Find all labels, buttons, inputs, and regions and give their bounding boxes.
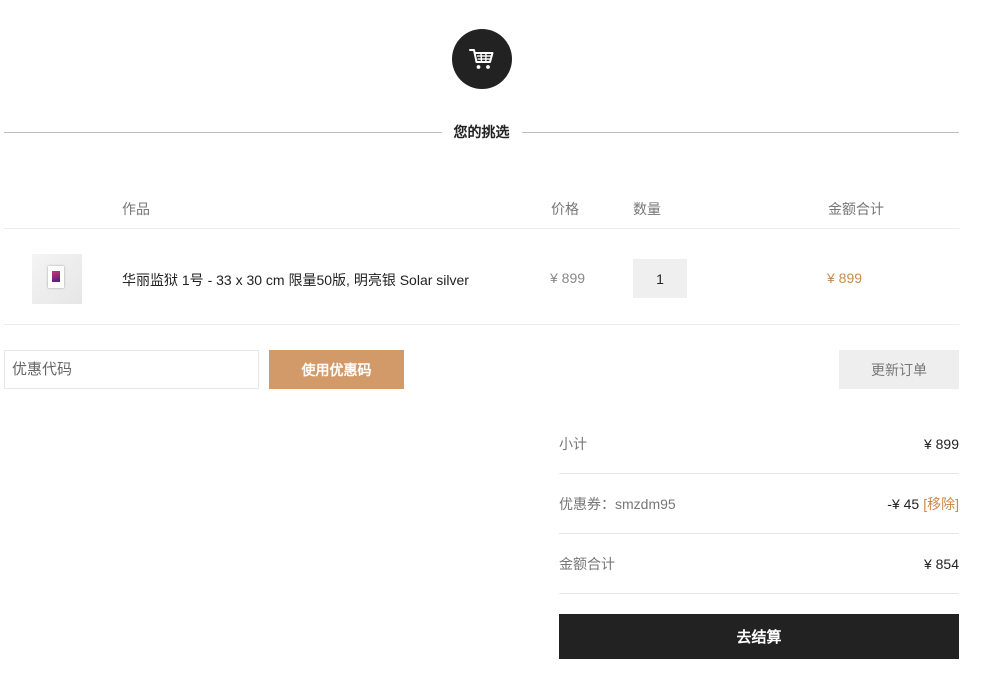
remove-coupon-link[interactable]: [移除] (923, 496, 959, 512)
coupon-code-input[interactable] (4, 350, 259, 389)
coupon-value-wrap: -¥ 45 [移除] (887, 494, 959, 514)
artwork-frame (48, 266, 64, 288)
column-header-total: 金额合计 (828, 201, 884, 217)
grand-total-value: ¥ 854 (923, 555, 959, 572)
cart-icon (469, 49, 494, 69)
apply-coupon-button[interactable]: 使用优惠码 (269, 350, 404, 389)
grand-total-row: 金额合计 ¥ 854 (559, 534, 959, 594)
section-title: 您的挑选 (4, 120, 959, 144)
coupon-label: 优惠券：smzdm95 (559, 495, 676, 512)
table-header-divider (4, 228, 959, 229)
order-totals: 小计 ¥ 899 优惠券：smzdm95 -¥ 45 [移除] 金额合计 ¥ 85… (559, 414, 959, 594)
column-header-price: 价格 (551, 201, 579, 217)
divider-right (521, 131, 959, 133)
table-row-divider (4, 324, 959, 325)
subtotal-label: 小计 (559, 435, 587, 452)
grand-total-label: 金额合计 (559, 555, 615, 572)
column-header-quantity: 数量 (633, 201, 661, 217)
product-thumbnail[interactable] (32, 254, 82, 304)
divider-left (4, 131, 442, 133)
checkout-button[interactable]: 去结算 (559, 614, 959, 659)
artwork-image (52, 271, 60, 282)
cart-badge (452, 29, 512, 89)
product-name-link[interactable]: 华丽监狱 1号 - 33 x 30 cm 限量50版, 明亮银 Solar si… (122, 270, 469, 290)
line-total: ¥ 899 (827, 270, 863, 286)
coupon-row: 优惠券：smzdm95 -¥ 45 [移除] (559, 474, 959, 534)
column-header-product: 作品 (122, 201, 150, 217)
subtotal-value: ¥ 899 (923, 435, 959, 452)
subtotal-row: 小计 ¥ 899 (559, 414, 959, 474)
section-title-text: 您的挑选 (453, 124, 510, 140)
unit-price: ¥ 899 (550, 270, 586, 286)
quantity-input[interactable] (633, 259, 687, 298)
update-order-button[interactable]: 更新订单 (839, 350, 959, 389)
coupon-discount: -¥ 45 (887, 495, 920, 512)
